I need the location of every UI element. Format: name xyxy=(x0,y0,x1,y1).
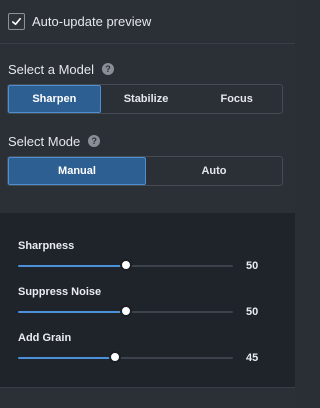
suppress-noise-label: Suppress Noise xyxy=(18,286,102,298)
help-circle-icon[interactable]: ? xyxy=(102,63,114,75)
add-grain-slider[interactable] xyxy=(18,351,233,363)
select-model-heading: Select a Model ? xyxy=(8,61,114,77)
mode-selector: Manual Auto xyxy=(7,156,283,186)
model-option-stabilize[interactable]: Stabilize xyxy=(101,85,192,113)
mode-option-auto[interactable]: Auto xyxy=(146,157,282,185)
auto-update-preview-checkbox-row[interactable]: Auto-update preview xyxy=(8,10,151,32)
check-icon xyxy=(12,17,21,25)
adjustments-panel: Sharpness 50 Suppress Noise 50 Add Grain… xyxy=(0,213,295,387)
sharpness-value: 50 xyxy=(246,260,259,272)
footer-area xyxy=(0,388,295,408)
mode-option-manual[interactable]: Manual xyxy=(8,157,146,185)
top-panel: Auto-update preview Select a Model ? Sha… xyxy=(0,0,295,212)
suppress-noise-value: 50 xyxy=(246,306,259,318)
model-option-sharpen[interactable]: Sharpen xyxy=(8,85,101,113)
add-grain-label: Add Grain xyxy=(18,332,72,344)
add-grain-slider-fill xyxy=(18,357,115,359)
select-mode-heading: Select Mode ? xyxy=(8,133,101,149)
auto-update-preview-label: Auto-update preview xyxy=(32,13,152,29)
sharpness-label: Sharpness xyxy=(18,240,75,252)
suppress-noise-slider-fill xyxy=(18,311,126,313)
help-circle-icon[interactable]: ? xyxy=(88,135,101,147)
sharpness-slider-fill xyxy=(18,265,126,267)
add-grain-slider-thumb[interactable] xyxy=(109,351,121,363)
auto-update-preview-checkbox[interactable] xyxy=(8,12,25,30)
sharpness-slider-thumb[interactable] xyxy=(120,259,132,271)
model-option-focus[interactable]: Focus xyxy=(191,85,282,113)
model-selector: Sharpen Stabilize Focus xyxy=(7,84,283,114)
suppress-noise-slider[interactable] xyxy=(18,305,233,317)
add-grain-value: 45 xyxy=(246,352,259,364)
select-mode-label: Select Mode xyxy=(8,133,81,149)
suppress-noise-slider-thumb[interactable] xyxy=(120,305,132,317)
sharpness-slider[interactable] xyxy=(18,259,233,271)
select-model-label: Select a Model xyxy=(8,61,94,77)
divider xyxy=(0,43,295,44)
